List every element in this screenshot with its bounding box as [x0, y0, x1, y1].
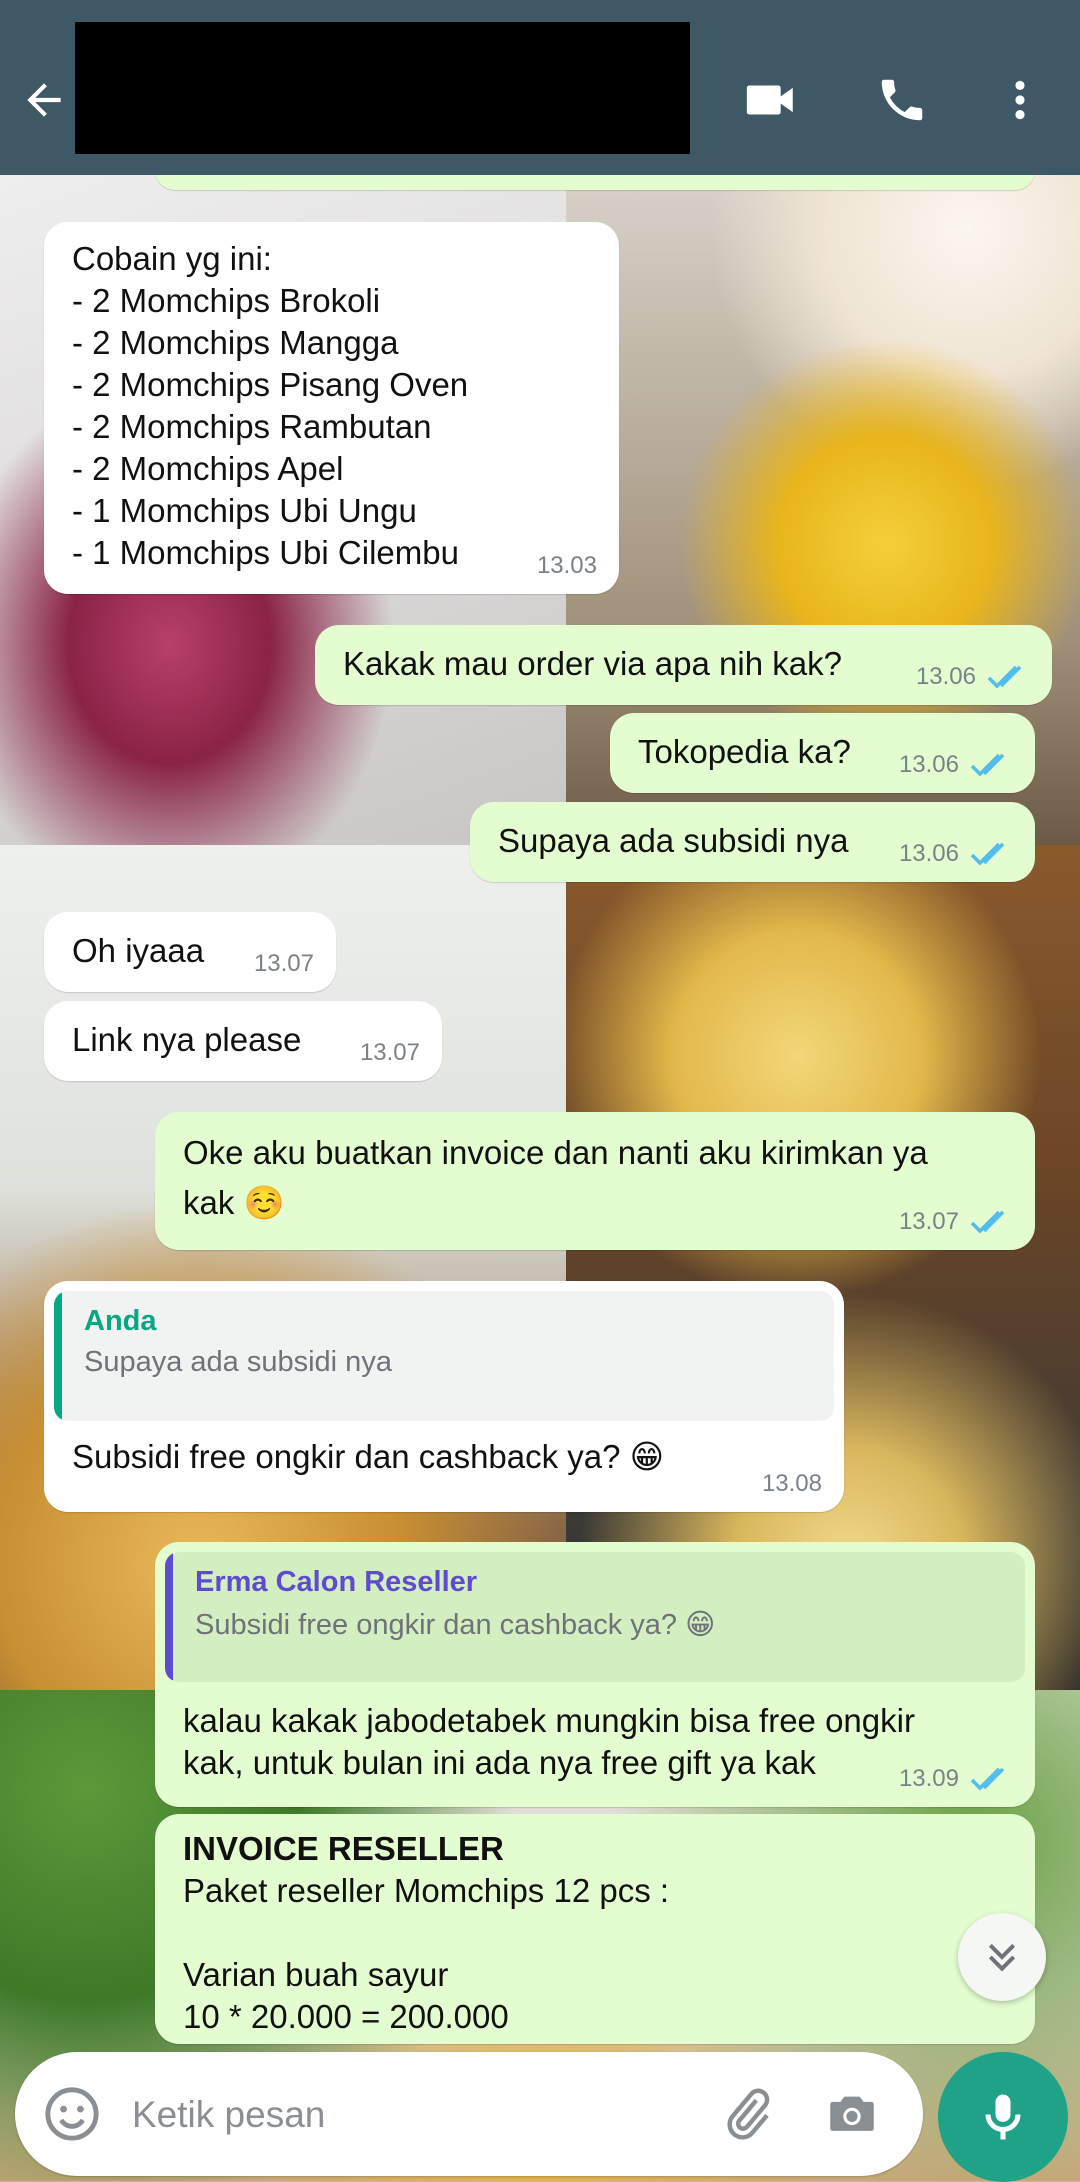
voice-message-button[interactable] [938, 2052, 1068, 2182]
quoted-message[interactable]: Erma Calon Reseller Subsidi free ongkir … [165, 1552, 1025, 1682]
message-meta: 13.08 [762, 1470, 822, 1498]
message-time: 13.08 [761, 1470, 822, 1497]
message-meta: 13.03 [537, 552, 597, 580]
quoted-message[interactable]: Anda Supaya ada subsidi nya [54, 1291, 834, 1421]
paperclip-icon [727, 2088, 770, 2140]
double-check-icon [970, 753, 1005, 777]
message-text: Oke aku buatkan invoice dan nanti aku ki… [183, 1134, 928, 1221]
message-text: Subsidi free ongkir dan cashback ya? 😁 [72, 1438, 665, 1475]
message-time: 13.07 [359, 1039, 420, 1066]
quote-text: Subsidi free ongkir dan cashback ya? 😁 [195, 1609, 716, 1641]
back-button[interactable] [14, 70, 74, 130]
message-bubble-incoming[interactable]: Oh iyaaa 13.07 [44, 912, 336, 992]
voice-call-button[interactable] [872, 70, 932, 130]
message-text: Cobain yg ini: - 2 Momchips Brokoli - 2 … [72, 240, 469, 571]
quote-author: Anda [84, 1305, 157, 1337]
message-meta: 13.06 [899, 840, 1013, 868]
message-time: 13.09 [898, 1765, 959, 1792]
message-time: 13.06 [915, 663, 976, 690]
message-bubble-outgoing[interactable]: Kakak mau order via apa nih kak? 13.06 [315, 625, 1052, 705]
invoice-title: INVOICE RESELLER [183, 1830, 504, 1867]
message-text: kalau kakak jabodetabek mungkin bisa fre… [183, 1702, 915, 1781]
message-time: 13.07 [253, 950, 314, 977]
camera-icon [830, 2096, 874, 2131]
message-text: Supaya ada subsidi nya [498, 822, 849, 859]
double-check-icon [970, 842, 1005, 866]
double-check-icon [987, 665, 1022, 689]
emoji-button[interactable] [40, 2082, 104, 2146]
quote-author: Erma Calon Reseller [195, 1566, 478, 1598]
message-time: 13.03 [536, 552, 597, 579]
message-bubble-incoming[interactable]: Cobain yg ini: - 2 Momchips Brokoli - 2 … [44, 222, 619, 594]
message-bubble-incoming[interactable]: Link nya please 13.07 [44, 1001, 442, 1081]
message-meta: 13.06 [899, 751, 1013, 779]
message-meta: 13.09 [899, 1765, 1013, 1793]
message-meta: 13.06 [916, 663, 1030, 691]
message-bubble-invoice[interactable]: INVOICE RESELLER Paket reseller Momchips… [155, 1814, 1035, 2044]
quote-accent-bar [165, 1552, 173, 1682]
arrow-left-icon [27, 83, 61, 117]
message-text: Oh iyaaa [72, 932, 205, 969]
double-check-icon [970, 1767, 1005, 1791]
message-bubble-outgoing[interactable]: Tokopedia ka? 13.06 [610, 713, 1035, 793]
quote-accent-bar [54, 1291, 62, 1421]
phone-icon [881, 79, 923, 121]
more-vert-icon [1015, 80, 1025, 120]
message-bubble-outgoing[interactable]: Oke aku buatkan invoice dan nanti aku ki… [155, 1112, 1035, 1250]
more-options-button[interactable] [990, 70, 1050, 130]
message-bubble-outgoing[interactable]: Supaya ada subsidi nya 13.06 [470, 802, 1035, 882]
message-text: Kakak mau order via apa nih kak? [343, 645, 842, 682]
message-time: 13.06 [898, 751, 959, 778]
redacted-contact-info[interactable] [75, 22, 690, 154]
message-text: Link nya please [72, 1021, 302, 1058]
message-text: Paket reseller Momchips 12 pcs : Varian … [183, 1872, 670, 2035]
message-time: 13.06 [898, 840, 959, 867]
message-bubble-outgoing-reply[interactable]: Erma Calon Reseller Subsidi free ongkir … [155, 1542, 1035, 1807]
video-call-button[interactable] [741, 70, 801, 130]
mic-icon [985, 2094, 1021, 2140]
double-chevron-down-icon [988, 1943, 1016, 1972]
videocam-icon [746, 85, 793, 115]
message-bubble-incoming-reply[interactable]: Anda Supaya ada subsidi nya Subsidi free… [44, 1281, 844, 1512]
message-meta: 13.07 [899, 1208, 1013, 1236]
message-composer [15, 2052, 923, 2176]
camera-button[interactable] [820, 2082, 884, 2146]
scroll-to-bottom-button[interactable] [958, 1913, 1046, 2001]
attach-button[interactable] [715, 2082, 779, 2146]
double-check-icon [970, 1210, 1005, 1234]
message-text: Tokopedia ka? [638, 733, 851, 770]
message-input[interactable] [130, 2082, 694, 2148]
emoji-icon [45, 2087, 99, 2141]
message-meta: 13.07 [254, 950, 314, 978]
message-time: 13.07 [898, 1208, 959, 1235]
chat-header [0, 0, 1080, 175]
quote-text: Supaya ada subsidi nya [84, 1346, 392, 1378]
message-meta: 13.07 [360, 1039, 420, 1067]
